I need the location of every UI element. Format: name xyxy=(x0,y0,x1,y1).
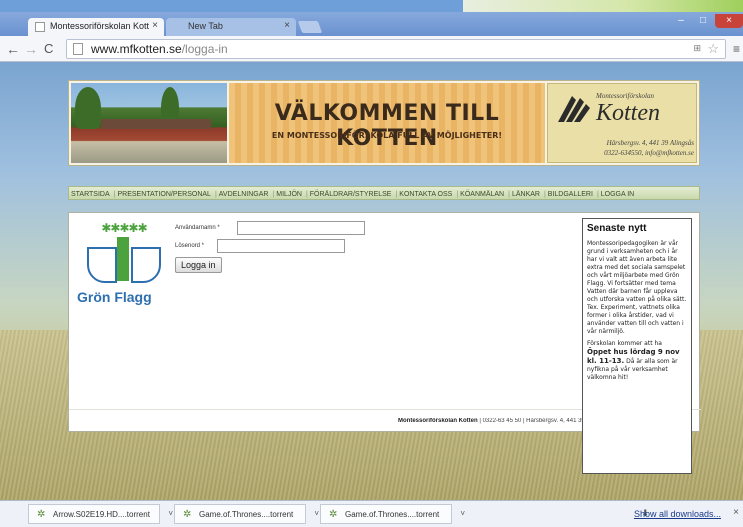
tab-close-icon[interactable]: × xyxy=(284,20,290,31)
tab-title: Montessoriförskolan Kott xyxy=(50,21,150,31)
nav-lankar[interactable]: LÄNKAR xyxy=(506,189,542,198)
tree-trunk-icon xyxy=(117,237,129,281)
nav-presentation[interactable]: PRESENTATION/PERSONAL xyxy=(112,189,213,198)
username-label: Användarnamn * xyxy=(175,225,220,231)
logo-small-text: Montessoriförskolan xyxy=(596,92,654,100)
nav-foraldrar[interactable]: FÖRÄLDRAR/STYRELSE xyxy=(304,189,394,198)
nav-avdelningar[interactable]: AVDELNINGAR xyxy=(213,189,271,198)
news-heading: Senaste nytt xyxy=(587,223,647,234)
site-header: VÄLKOMMEN TILL KOTTEN EN MONTESSORIFÖRSK… xyxy=(68,80,700,166)
new-tab-button[interactable] xyxy=(297,21,323,33)
tab-bar: Montessoriförskolan Kott × New Tab × – □… xyxy=(0,12,743,36)
password-input[interactable] xyxy=(217,239,345,253)
login-button[interactable]: Logga in xyxy=(175,257,222,273)
welcome-banner: VÄLKOMMEN TILL KOTTEN EN MONTESSORIFÖRSK… xyxy=(229,83,545,163)
logo-address-line: Härsbergsv. 4, 441 39 Alingsås xyxy=(606,139,694,147)
password-row: Lösenord * xyxy=(175,239,475,257)
news-open-house: Förskolan kommer att ha Öppet hus lördag… xyxy=(587,340,687,382)
tab-close-icon[interactable]: × xyxy=(152,20,158,31)
reload-icon[interactable]: C xyxy=(44,41,53,57)
download-item[interactable]: ✲ Arrow.S02E19.HD....torrent ˅ xyxy=(28,504,173,524)
nav-bildgalleri[interactable]: BILDGALLERI xyxy=(542,189,595,198)
tree-shape xyxy=(75,87,101,129)
username-input[interactable] xyxy=(237,221,365,235)
browser-window: Montessoriförskolan Kott × New Tab × – □… xyxy=(0,12,743,527)
page-favicon-icon xyxy=(35,22,45,32)
nav-miljon[interactable]: MILJÖN xyxy=(270,189,304,198)
url-path: /logga-in xyxy=(181,42,228,56)
page-icon xyxy=(73,43,83,55)
logo-address: Härsbergsv. 4, 441 39 Alingsås 0322-6345… xyxy=(552,138,694,158)
url-host: www.mfkotten.se xyxy=(91,42,182,56)
book-right-icon xyxy=(131,247,161,283)
menu-icon[interactable]: ≡ xyxy=(733,42,740,56)
pinecone-logo-icon xyxy=(558,96,590,122)
desktop-background xyxy=(463,0,743,12)
close-window-button[interactable]: × xyxy=(715,14,743,28)
torrent-file-icon: ✲ xyxy=(37,509,46,520)
news-paragraph: Montessoripedagogiken är vår grund i ver… xyxy=(587,240,687,335)
nav-koanmalan[interactable]: KÖANMÄLAN xyxy=(454,189,506,198)
download-filename: Arrow.S02E19.HD....torrent xyxy=(53,510,150,519)
logo-contact-line: 0322-634550, info@mfkotten.se xyxy=(604,149,694,157)
forward-arrow-icon[interactable]: → xyxy=(24,41,38,57)
close-downloads-icon[interactable]: × xyxy=(733,507,739,518)
tab-mfkotten[interactable]: Montessoriförskolan Kott × xyxy=(28,18,164,36)
url-text: www.mfkotten.se/logga-in xyxy=(91,42,228,56)
news-sidebar: Senaste nytt Montessoripedagogiken är vå… xyxy=(582,218,692,474)
gron-flagg-logo: ✱✱✱✱✱ Grön Flagg xyxy=(77,221,171,321)
logo-brand-text: Kotten xyxy=(596,100,660,126)
submit-row: Logga in xyxy=(175,257,475,275)
login-form: Användarnamn * Lösenord * Logga in xyxy=(175,221,475,275)
school-photo xyxy=(71,83,227,163)
dropdown-caret-icon[interactable]: ˅ xyxy=(168,509,173,518)
torrent-file-icon: ✲ xyxy=(329,509,338,520)
downloads-bar: ✲ Arrow.S02E19.HD....torrent ˅ ✲ Game.of… xyxy=(0,500,743,527)
tab-new-tab[interactable]: New Tab × xyxy=(166,18,296,36)
download-item[interactable]: ✲ Game.of.Thrones....torrent ˅ xyxy=(174,504,319,524)
gron-flagg-text: Grön Flagg xyxy=(77,289,152,305)
username-row: Användarnamn * xyxy=(175,221,475,239)
footer-name: Montessoriförskolan Kotten xyxy=(398,418,478,424)
back-arrow-icon[interactable]: ← xyxy=(6,41,20,57)
show-all-downloads-link[interactable]: Show all downloads... xyxy=(634,509,721,519)
banner-title: VÄLKOMMEN TILL KOTTEN xyxy=(274,101,500,151)
torrent-file-icon: ✲ xyxy=(183,509,192,520)
translate-icon[interactable]: ⊞ xyxy=(693,43,701,54)
banner-subtitle: EN MONTESSORIFÖRSKOLA FULL AV MÖJLIGHETE… xyxy=(271,131,503,140)
nav-logga-in[interactable]: LOGGA IN xyxy=(595,189,636,198)
bookmark-star-icon[interactable]: ☆ xyxy=(707,41,719,57)
address-bar[interactable]: www.mfkotten.se/logga-in ⊞ ☆ xyxy=(66,39,726,59)
site-navigation: STARTSIDAPRESENTATION/PERSONALAVDELNINGA… xyxy=(68,186,700,200)
building-roof xyxy=(101,119,211,129)
nav-kontakta[interactable]: KONTAKTA OSS xyxy=(393,189,454,198)
password-label: Lösenord * xyxy=(175,243,205,249)
dropdown-caret-icon[interactable]: ˅ xyxy=(460,509,465,518)
maximize-button[interactable]: □ xyxy=(693,14,713,28)
download-filename: Game.of.Thrones....torrent xyxy=(199,510,294,519)
book-left-icon xyxy=(87,247,117,283)
nav-startsida[interactable]: STARTSIDA xyxy=(69,189,112,198)
minimize-button[interactable]: – xyxy=(671,14,691,28)
news-open-house-start: Förskolan kommer att ha xyxy=(587,340,662,347)
page-viewport: VÄLKOMMEN TILL KOTTEN EN MONTESSORIFÖRSK… xyxy=(0,62,743,500)
browser-toolbar: ← → C www.mfkotten.se/logga-in ⊞ ☆ ≡ xyxy=(0,36,743,62)
tab-title: New Tab xyxy=(188,21,223,31)
download-filename: Game.of.Thrones....torrent xyxy=(345,510,440,519)
dropdown-caret-icon[interactable]: ˅ xyxy=(314,509,319,518)
download-item[interactable]: ✲ Game.of.Thrones....torrent ˅ xyxy=(320,504,465,524)
kotten-logo: Montessoriförskolan Kotten Härsbergsv. 4… xyxy=(547,83,697,163)
